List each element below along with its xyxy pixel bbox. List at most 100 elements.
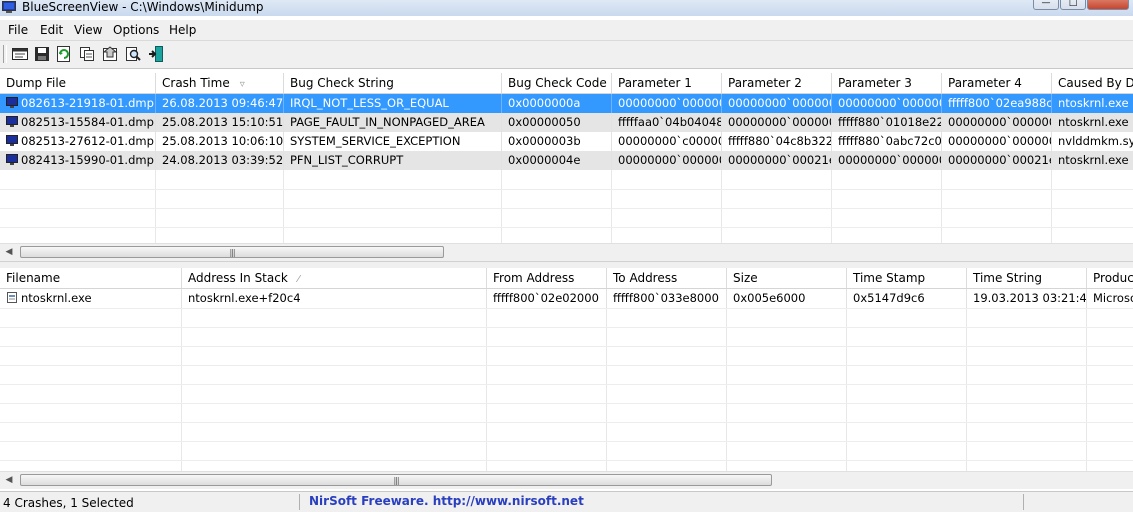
col-parameter-2[interactable]: Parameter 2 bbox=[722, 73, 832, 93]
col-time-string[interactable]: Time String bbox=[967, 268, 1087, 288]
parameter-2: 00000000`000000... bbox=[722, 94, 832, 113]
size: 0x005e6000 bbox=[727, 289, 847, 308]
table-row[interactable]: 082413-15990-01.dmp 24.08.2013 03:39:52 … bbox=[0, 151, 1133, 170]
window-title: BlueScreenView - C:\Windows\Minidump bbox=[22, 0, 264, 14]
parameter-4: 00000000`00021e... bbox=[942, 151, 1052, 170]
parameter-1: 00000000`000000... bbox=[612, 94, 722, 113]
pane-splitter[interactable] bbox=[0, 261, 1133, 268]
exit-icon[interactable] bbox=[147, 45, 165, 63]
caused-by-driver: ntoskrnl.exe bbox=[1058, 96, 1129, 110]
bug-check-code: 0x00000050 bbox=[502, 113, 612, 132]
from-address: fffff800`02e02000 bbox=[487, 289, 607, 308]
html-report-icon[interactable] bbox=[11, 45, 29, 63]
time-stamp: 0x5147d9c6 bbox=[847, 289, 967, 308]
col-crash-time[interactable]: Crash Time ▿ bbox=[156, 73, 284, 93]
exe-file-icon bbox=[7, 292, 17, 303]
col-parameter-3[interactable]: Parameter 3 bbox=[832, 73, 942, 93]
crash-time: 25.08.2013 10:06:10 bbox=[156, 132, 284, 151]
col-dump-file[interactable]: Dump File bbox=[0, 73, 156, 93]
caused-by-driver: ntoskrnl.exe bbox=[1058, 115, 1129, 129]
driver-list-hscrollbar[interactable]: ◀ ||| bbox=[0, 471, 1133, 489]
col-from-address[interactable]: From Address bbox=[487, 268, 607, 288]
toolbar-grip[interactable] bbox=[3, 45, 7, 63]
col-crash-time-label: Crash Time bbox=[162, 76, 230, 90]
dump-file-name: 082513-15584-01.dmp bbox=[21, 115, 154, 129]
menu-file[interactable]: File bbox=[8, 23, 28, 37]
table-row[interactable]: 082513-15584-01.dmp 25.08.2013 15:10:51 … bbox=[0, 113, 1133, 132]
table-row[interactable]: ntoskrnl.exe ntoskrnl.exe+f20c4 fffff800… bbox=[0, 289, 1133, 308]
col-parameter-4[interactable]: Parameter 4 bbox=[942, 73, 1052, 93]
refresh-icon[interactable] bbox=[55, 45, 73, 63]
crash-list: 082613-21918-01.dmp 26.08.2013 09:46:47 … bbox=[0, 94, 1133, 243]
crash-time: 24.08.2013 03:39:52 bbox=[156, 151, 284, 170]
dump-file-icon bbox=[6, 135, 18, 146]
col-parameter-1[interactable]: Parameter 1 bbox=[612, 73, 722, 93]
bug-check-code: 0x0000004e bbox=[502, 151, 612, 170]
app-icon bbox=[2, 1, 16, 13]
col-time-stamp[interactable]: Time Stamp bbox=[847, 268, 967, 288]
parameter-2: 00000000`00021e9f bbox=[722, 151, 832, 170]
menu-edit[interactable]: Edit bbox=[40, 23, 63, 37]
parameter-4: 00000000`000000... bbox=[942, 113, 1052, 132]
time-string: 19.03.2013 03:21:42 bbox=[967, 289, 1087, 308]
to-address: fffff800`033e8000 bbox=[607, 289, 727, 308]
scroll-left-icon[interactable]: ◀ bbox=[2, 245, 16, 259]
driver-filename: ntoskrnl.exe bbox=[21, 291, 92, 305]
parameter-3: 00000000`000000... bbox=[832, 94, 942, 113]
parameter-1: 00000000`000000... bbox=[612, 151, 722, 170]
save-icon[interactable] bbox=[33, 45, 51, 63]
col-address-in-stack[interactable]: Address In Stack ⁄ bbox=[182, 268, 487, 288]
address-in-stack: ntoskrnl.exe+f20c4 bbox=[182, 289, 487, 308]
dump-file-name: 082513-27612-01.dmp bbox=[21, 134, 154, 148]
parameter-4: 00000000`000000... bbox=[942, 132, 1052, 151]
parameter-3: fffff880`01018e22 bbox=[832, 113, 942, 132]
bug-check-code: 0x0000000a bbox=[502, 94, 612, 113]
properties-icon[interactable] bbox=[101, 45, 119, 63]
dump-file-name: 082613-21918-01.dmp bbox=[21, 96, 154, 110]
bug-check-string: IRQL_NOT_LESS_OR_EQUAL bbox=[284, 94, 502, 113]
col-bug-check-string[interactable]: Bug Check String bbox=[284, 73, 502, 93]
toolbar bbox=[0, 41, 1133, 69]
sort-descending-icon: ▿ bbox=[239, 79, 245, 90]
col-filename[interactable]: Filename bbox=[0, 268, 182, 288]
parameter-3: fffff880`0abc72c0 bbox=[832, 132, 942, 151]
dump-file-name: 082413-15990-01.dmp bbox=[21, 153, 154, 167]
table-row[interactable]: 082513-27612-01.dmp 25.08.2013 10:06:10 … bbox=[0, 132, 1133, 151]
crash-list-hscrollbar[interactable]: ◀ ||| bbox=[0, 243, 1133, 261]
scroll-thumb[interactable]: ||| bbox=[20, 474, 772, 486]
scroll-left-icon[interactable]: ◀ bbox=[2, 473, 16, 487]
parameter-1: 00000000`c00000... bbox=[612, 132, 722, 151]
menu-bar: File Edit View Options Help bbox=[0, 20, 1133, 41]
copy-icon[interactable] bbox=[78, 45, 96, 63]
dump-file-icon bbox=[6, 154, 18, 165]
menu-help[interactable]: Help bbox=[169, 23, 196, 37]
parameter-3: 00000000`000000... bbox=[832, 151, 942, 170]
close-button[interactable] bbox=[1087, 0, 1129, 10]
col-bug-check-code[interactable]: Bug Check Code bbox=[502, 73, 612, 93]
crash-count-status: 4 Crashes, 1 Selected bbox=[3, 496, 134, 510]
title-bar: BlueScreenView - C:\Windows\Minidump — □ bbox=[0, 0, 1133, 16]
scroll-thumb[interactable]: ||| bbox=[20, 246, 444, 258]
menu-options[interactable]: Options bbox=[113, 23, 159, 37]
dump-file-icon bbox=[6, 116, 18, 127]
status-bar: 4 Crashes, 1 Selected NirSoft Freeware. … bbox=[0, 491, 1133, 512]
bug-check-string: PAGE_FAULT_IN_NONPAGED_AREA bbox=[284, 113, 502, 132]
bug-check-string: SYSTEM_SERVICE_EXCEPTION bbox=[284, 132, 502, 151]
col-caused-by-driver[interactable]: Caused By Driver bbox=[1052, 73, 1133, 93]
col-size[interactable]: Size bbox=[727, 268, 847, 288]
col-to-address[interactable]: To Address bbox=[607, 268, 727, 288]
driver-list: ntoskrnl.exe ntoskrnl.exe+f20c4 fffff800… bbox=[0, 289, 1133, 472]
driver-list-header: Filename Address In Stack ⁄ From Address … bbox=[0, 268, 1133, 289]
minimize-button[interactable]: — bbox=[1033, 0, 1059, 10]
caused-by-driver: nvlddmkm.sys bbox=[1058, 134, 1133, 148]
parameter-1: fffffaa0`04b04048 bbox=[612, 113, 722, 132]
parameter-2: fffff880`04c8b322 bbox=[722, 132, 832, 151]
crash-time: 25.08.2013 15:10:51 bbox=[156, 113, 284, 132]
nirsoft-link[interactable]: NirSoft Freeware. http://www.nirsoft.net bbox=[309, 494, 584, 508]
col-product-name[interactable]: Product Name bbox=[1087, 268, 1133, 288]
bug-check-code: 0x0000003b bbox=[502, 132, 612, 151]
menu-view[interactable]: View bbox=[74, 23, 102, 37]
table-row[interactable]: 082613-21918-01.dmp 26.08.2013 09:46:47 … bbox=[0, 94, 1133, 113]
maximize-button[interactable]: □ bbox=[1060, 0, 1086, 10]
find-icon[interactable] bbox=[124, 45, 142, 63]
